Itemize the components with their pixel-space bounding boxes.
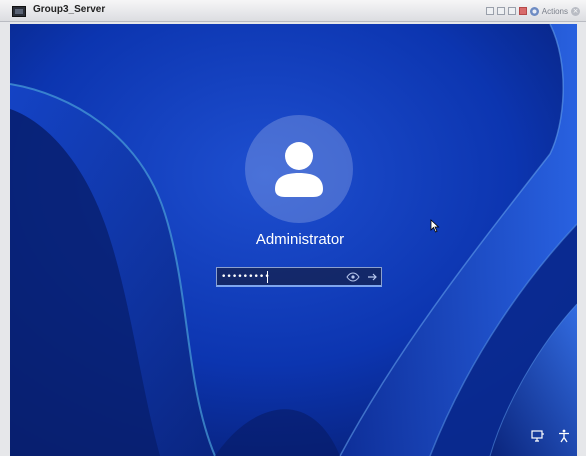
close-icon[interactable]: × — [571, 6, 580, 16]
toolbar-button-1[interactable] — [485, 7, 494, 15]
actions-menu[interactable]: Actions — [542, 7, 568, 16]
vm-window: Group3_Server Actions × Administrator ••… — [0, 0, 586, 456]
user-avatar — [245, 115, 353, 223]
mouse-pointer-icon — [430, 219, 440, 233]
title-bar: Group3_Server Actions × — [0, 0, 586, 22]
password-field[interactable] — [216, 267, 382, 287]
text-caret — [267, 271, 268, 283]
gear-icon[interactable] — [529, 6, 539, 16]
accessibility-icon[interactable] — [558, 429, 570, 443]
lock-screen: Administrator — [10, 24, 577, 456]
toolbar-button-3[interactable] — [507, 7, 516, 15]
user-avatar-icon — [275, 142, 323, 197]
vm-icon — [12, 6, 26, 17]
username-label: Administrator — [255, 231, 345, 248]
eye-icon[interactable] — [346, 271, 360, 283]
password-input[interactable] — [221, 270, 341, 284]
network-icon[interactable] — [531, 430, 545, 442]
toolbar-button-4[interactable] — [518, 7, 527, 15]
title-bar-controls: Actions × — [485, 5, 580, 17]
window-title: Group3_Server — [33, 4, 106, 15]
toolbar-button-2[interactable] — [496, 7, 505, 15]
arrow-right-icon[interactable] — [365, 271, 379, 283]
